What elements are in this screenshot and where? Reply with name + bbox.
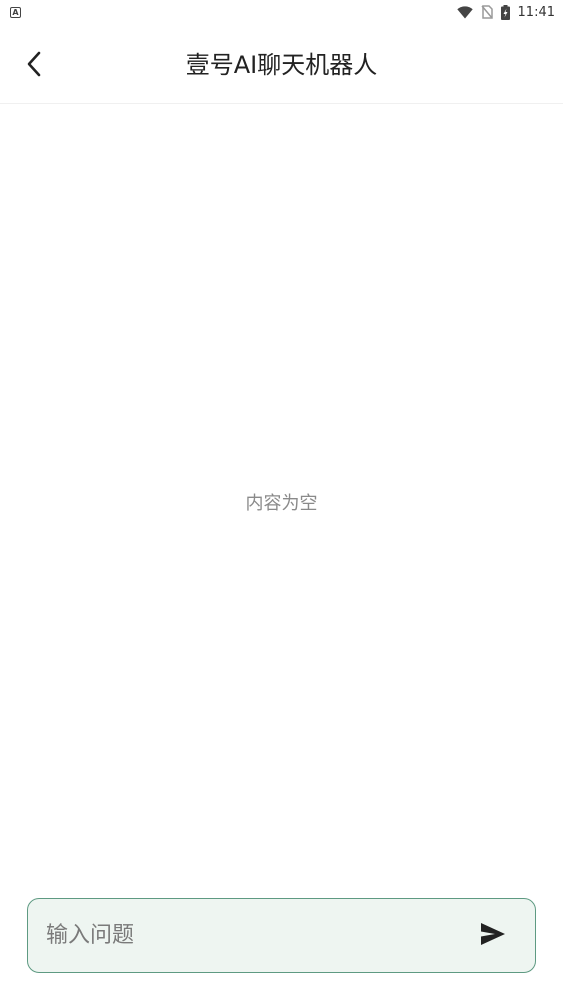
back-button[interactable] (14, 46, 54, 86)
send-button[interactable] (465, 908, 521, 964)
wifi-icon (456, 5, 473, 19)
top-app-bar: 壹号AI聊天机器人 (0, 24, 563, 104)
send-icon (480, 922, 506, 950)
chevron-left-icon (24, 50, 44, 82)
app-notification-icon: A (10, 6, 21, 18)
status-bar: A 11:41 (0, 0, 563, 24)
chat-screen: A 11:41 壹号AI聊天机器人 内容为空 输入问题 (0, 0, 563, 1000)
status-right: 11:41 (456, 4, 555, 20)
chat-message-list[interactable]: 内容为空 (0, 104, 563, 884)
page-title: 壹号AI聊天机器人 (185, 51, 378, 79)
status-left: A (10, 6, 21, 18)
question-input-box (27, 898, 536, 973)
status-time: 11:41 (517, 4, 555, 20)
no-sim-icon (480, 5, 493, 19)
question-input[interactable] (28, 899, 465, 972)
battery-charging-icon (500, 4, 510, 20)
empty-state-text: 内容为空 (245, 493, 318, 514)
